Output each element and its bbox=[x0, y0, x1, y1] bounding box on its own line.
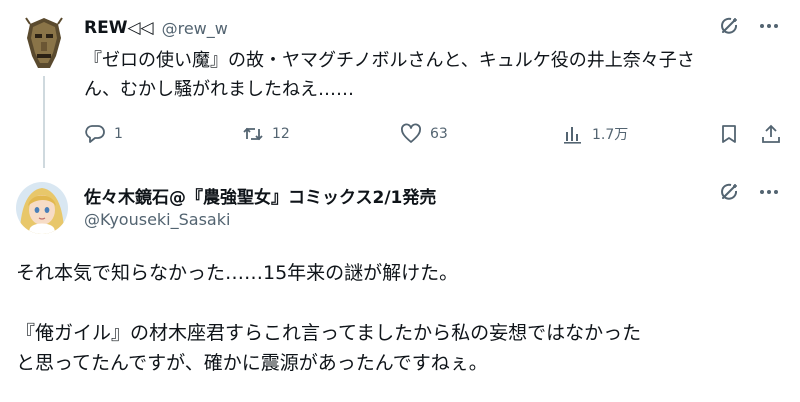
tweet-text-line: 『俺ガイル』の材木座君すらこれ言ってましたから私の妄想ではなかった bbox=[16, 322, 642, 344]
author-name[interactable]: REW◁◁ bbox=[84, 18, 154, 38]
avatar-anime-icon bbox=[16, 182, 68, 234]
bookmark-button[interactable] bbox=[718, 122, 740, 146]
grok-icon[interactable] bbox=[718, 181, 740, 207]
avatar[interactable] bbox=[16, 182, 68, 234]
reply-button[interactable]: 1 bbox=[84, 122, 123, 146]
tweet-top-right-actions bbox=[718, 182, 780, 206]
reply-count: 1 bbox=[114, 126, 123, 142]
tweet-text: 『ゼロの使い魔』の故・ヤマグチノボルさんと、キュルケ役の井上奈々子さ ん、むかし… bbox=[84, 46, 784, 104]
share-icon bbox=[762, 124, 780, 143]
tweet-text: それ本気で知らなかった……15年来の謎が解けた。 『俺ガイル』の材木座君すらこれ… bbox=[16, 258, 786, 378]
tweet-top-right-actions bbox=[718, 16, 780, 40]
reply-icon bbox=[85, 125, 105, 143]
tweet-action-bar: 1 12 63 1.7万 bbox=[84, 122, 784, 146]
like-button[interactable]: 63 bbox=[400, 122, 448, 146]
views-icon bbox=[564, 127, 581, 144]
repost-count: 12 bbox=[272, 126, 290, 142]
like-icon bbox=[401, 123, 421, 143]
like-count: 63 bbox=[430, 126, 448, 142]
repost-icon bbox=[243, 127, 263, 141]
author-name[interactable]: 佐々木鏡石@『農強聖女』コミックス2/1発売 bbox=[84, 183, 436, 208]
more-icon[interactable] bbox=[758, 181, 780, 207]
author-handle[interactable]: @Kyouseki_Sasaki bbox=[84, 210, 230, 229]
views-count: 1.7万 bbox=[592, 127, 629, 143]
avatar[interactable] bbox=[24, 16, 64, 70]
tweet-text-line: それ本気で知らなかった……15年来の謎が解けた。 bbox=[16, 262, 459, 284]
more-icon[interactable] bbox=[758, 15, 780, 41]
thread-connector-line bbox=[43, 76, 45, 168]
tweet-text-line: 『ゼロの使い魔』の故・ヤマグチノボルさんと、キュルケ役の井上奈々子さ bbox=[84, 50, 695, 71]
tweet-text-line: ん、むかし騒がれましたねえ…… bbox=[84, 79, 354, 100]
avatar-mask-icon bbox=[24, 16, 64, 70]
repost-button[interactable]: 12 bbox=[242, 122, 290, 146]
grok-icon[interactable] bbox=[718, 15, 740, 41]
views-button[interactable]: 1.7万 bbox=[562, 122, 628, 146]
bookmark-icon bbox=[722, 125, 736, 143]
tweet-rew[interactable]: REW◁◁ @rew_w 『ゼロの使い魔』の故・ヤマグチノボルさんと、キュルケ役… bbox=[0, 0, 800, 168]
tweet-text-line: と思ってたんですが、確かに震源があったんですねぇ。 bbox=[16, 352, 488, 374]
tweet-header: REW◁◁ @rew_w bbox=[84, 16, 228, 40]
author-handle[interactable]: @rew_w bbox=[162, 19, 228, 38]
share-button[interactable] bbox=[760, 122, 782, 146]
tweet-header: 佐々木鏡石@『農強聖女』コミックス2/1発売 bbox=[84, 182, 436, 208]
